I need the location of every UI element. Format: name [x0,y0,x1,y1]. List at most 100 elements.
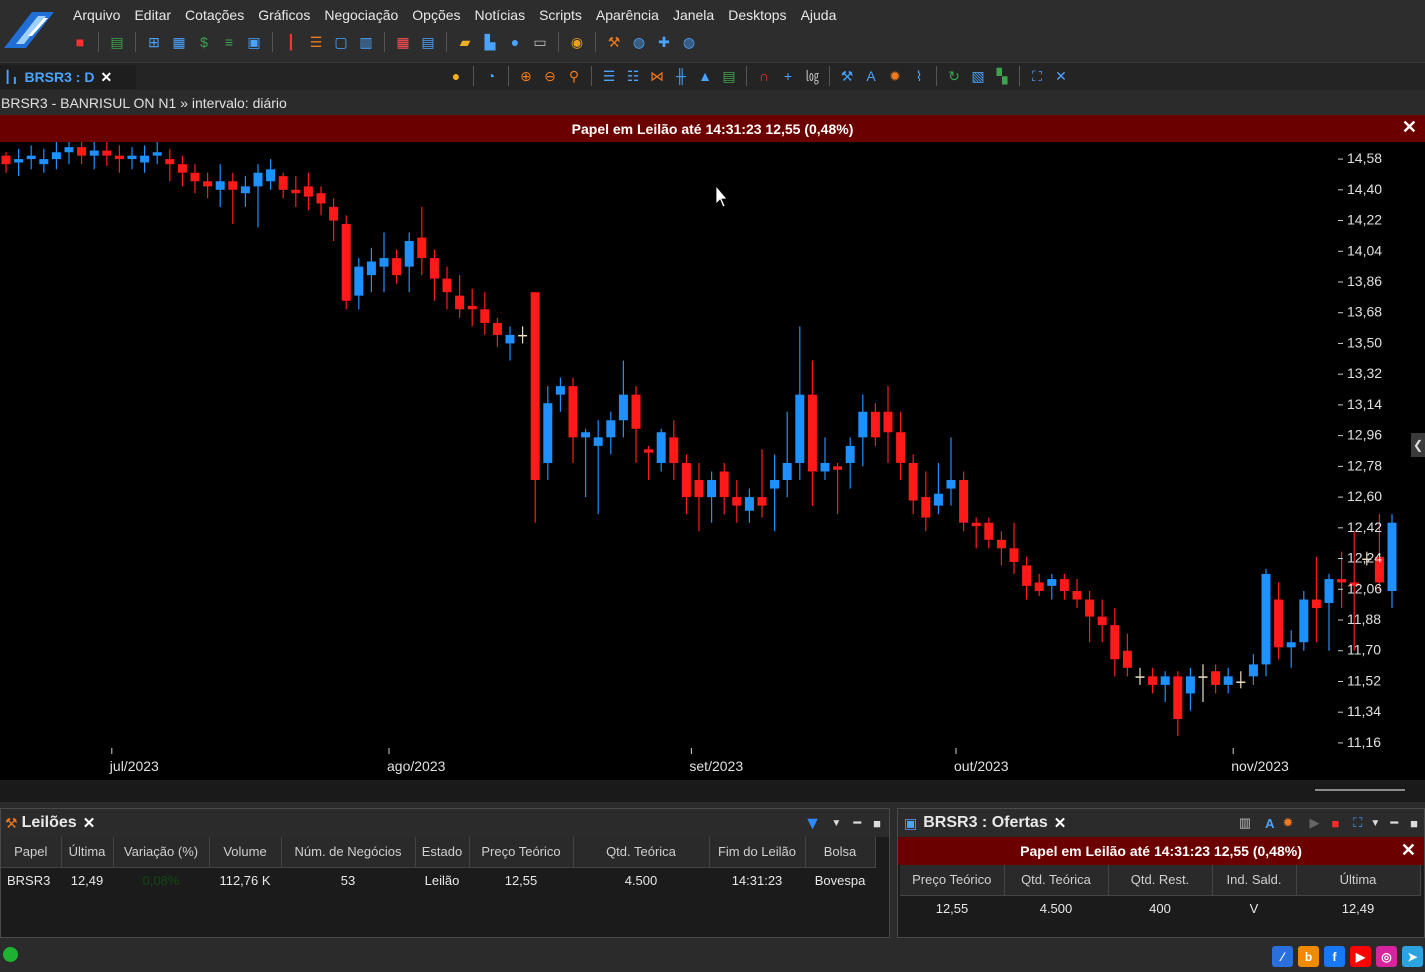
column-header[interactable]: Ind. Sald. [1212,865,1297,896]
card-icon[interactable]: ▭ [530,32,550,52]
gear-icon[interactable]: ✹ [1283,815,1294,831]
fit-icon[interactable]: ⛶ [1027,66,1047,86]
column-header[interactable]: Variação (%) [113,837,210,868]
clock-icon[interactable]: ◔ [481,66,501,86]
menu-item-negociacao[interactable]: Negociação [317,4,405,26]
colors-icon[interactable]: ▚ [992,66,1012,86]
instagram-icon[interactable]: ◎ [1376,946,1397,967]
text-a-icon[interactable]: A [1265,816,1274,831]
zoom-in-icon[interactable]: ⊕ [516,66,536,86]
cross-icon[interactable]: ✕ [1051,66,1071,86]
maximize-icon[interactable]: ■ [873,816,881,831]
signals-icon[interactable]: ⌇ [909,66,929,86]
plugin-icon[interactable]: ✚ [654,32,674,52]
menu-item-desktops[interactable]: Desktops [721,4,793,26]
database-stack-icon[interactable]: ◉ [567,32,587,52]
menu-item-janela[interactable]: Janela [666,4,721,26]
menu-item-aparencia[interactable]: Aparência [589,4,666,26]
menu-item-noticias[interactable]: Notícias [468,4,533,26]
layout-icon[interactable]: ▤ [107,32,127,52]
filter-icon[interactable]: ▼ [804,813,822,834]
tiles-icon[interactable]: ▣ [244,32,264,52]
facebook-icon[interactable]: f [1324,946,1345,967]
scrollbar-thumb[interactable] [1315,789,1405,791]
price-chart[interactable]: 14,58 14,40 14,22 14,04 13,86 13,68 13,50 13,32… [0,142,1425,780]
dollar-icon[interactable]: $ [194,32,214,52]
ladder-icon[interactable]: ≡ [219,32,239,52]
menu-item-opcoes[interactable]: Opções [405,4,467,26]
stop-icon[interactable]: ■ [1331,816,1339,831]
grid-add-icon[interactable]: ⊞ [144,32,164,52]
column-header[interactable]: Núm. de Negócios [281,837,416,868]
gear-icon[interactable]: ✹ [885,66,905,86]
stop-icon[interactable]: ■ [70,32,90,52]
indicator-list-icon[interactable]: ☰ [599,66,619,86]
person-icon[interactable]: ● [505,32,525,52]
fit-icon[interactable]: ⛶ [1353,815,1362,831]
folder-icon[interactable]: ▰ [455,32,475,52]
refresh-icon[interactable]: ↻ [944,66,964,86]
chevron-down-icon[interactable]: ▼ [1370,818,1380,829]
bar-chart-icon[interactable]: ▙ [480,32,500,52]
menu-item-arquivo[interactable]: Arquivo [66,4,127,26]
column-header[interactable]: Fim do Leilão [709,837,806,868]
table-row[interactable]: 12,55 4.500 400 V 12,49 [900,895,1420,921]
columns-icon[interactable]: ▥ [1239,815,1251,831]
column-header[interactable]: Qtd. Teórica [1004,865,1109,896]
hammer-icon[interactable]: ⚒ [604,32,624,52]
telegram-icon[interactable]: ➤ [1402,946,1423,967]
close-icon[interactable]: ✕ [1402,117,1417,138]
chevron-left-icon[interactable]: ❮ [1411,433,1425,457]
column-header[interactable]: Papel [1,837,62,868]
minimize-icon[interactable]: ━ [853,815,861,831]
list-icon[interactable]: ▥ [356,32,376,52]
layout-icon[interactable]: ▤ [719,66,739,86]
shapes-icon[interactable]: ▲ [695,66,715,86]
column-header[interactable]: Qtd. Rest. [1108,865,1213,896]
crosshair-icon[interactable]: + [778,66,798,86]
book-icon[interactable]: ▤ [418,32,438,52]
magnet-icon[interactable]: ∩ [754,66,774,86]
column-header[interactable]: Última [61,837,114,868]
maximize-icon[interactable]: ■ [1410,816,1418,831]
play-icon[interactable]: ▶ [1309,815,1319,831]
candles-icon[interactable]: ┃ [281,32,301,52]
wrench-icon[interactable]: ⚒ [837,66,857,86]
candle-type-icon[interactable]: ╫ [671,66,691,86]
table-icon[interactable]: ▦ [393,32,413,52]
window-icon[interactable]: ▢ [331,32,351,52]
close-icon[interactable]: ✕ [83,814,96,832]
zoom-out-icon[interactable]: ⊖ [540,66,560,86]
indicator-add-icon[interactable]: ☷ [623,66,643,86]
table-row[interactable]: BRSR3 12,49 0,08% 112,76 K 53 Leilão 12,55 4.50… [1,867,875,893]
chevron-down-icon[interactable]: ▼ [831,818,841,829]
text-a-icon[interactable]: A [861,66,881,86]
candlestick-chart[interactable]: 14,58 14,40 14,22 14,04 13,86 13,68 13,50 13,32… [0,142,1425,780]
calculator-icon[interactable]: ▦ [169,32,189,52]
coins-icon[interactable]: ◍ [629,32,649,52]
menu-item-graficos[interactable]: Gráficos [251,4,317,26]
lightbulb-icon[interactable]: ● [446,66,466,86]
profitchart-icon[interactable]: ⁄ [1272,946,1293,967]
close-icon[interactable]: ✕ [1401,840,1416,861]
zoom-icon[interactable]: ⚲ [564,66,584,86]
menu-item-ajuda[interactable]: Ajuda [794,4,844,26]
column-header[interactable]: Estado [415,837,470,868]
chart-type-icon[interactable]: ⋈ [647,66,667,86]
image-icon[interactable]: ▧ [968,66,988,86]
log-scale-icon[interactable]: ㏒ [802,66,822,86]
column-header[interactable]: Última [1296,865,1421,896]
chart-tab[interactable]: ┃╻ BRSR3 : D ✕ [0,65,136,89]
filter-list-icon[interactable]: ☰ [306,32,326,52]
chart-scrollbar[interactable] [0,780,1425,802]
column-header[interactable]: Volume [209,837,282,868]
column-header[interactable]: Preço Teórico [900,865,1005,896]
menu-item-editar[interactable]: Editar [127,4,178,26]
close-icon[interactable]: ✕ [1054,814,1067,832]
column-header[interactable]: Bolsa [805,837,876,868]
menu-item-cotacoes[interactable]: Cotações [178,4,251,26]
minimize-icon[interactable]: ━ [1390,815,1398,831]
menu-item-scripts[interactable]: Scripts [532,4,589,26]
blog-icon[interactable]: b [1298,946,1319,967]
globe-icon[interactable]: ◍ [679,32,699,52]
